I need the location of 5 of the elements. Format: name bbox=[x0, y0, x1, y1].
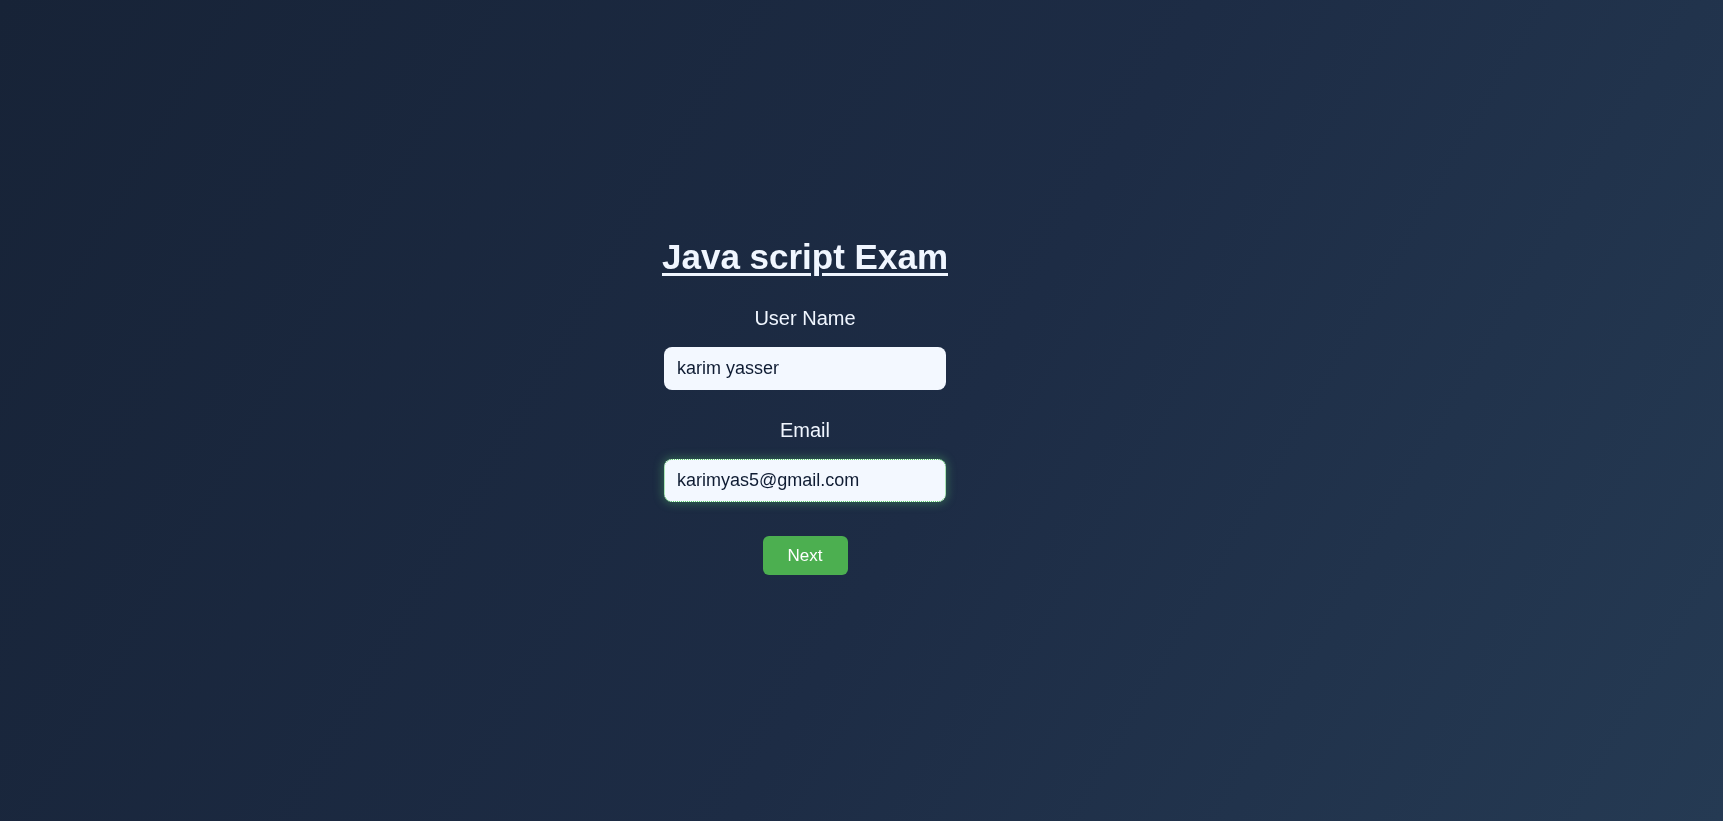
field-label: Email bbox=[780, 418, 830, 442]
field-label: User Name bbox=[754, 306, 856, 330]
input-field[interactable]: karim yasser bbox=[664, 347, 946, 390]
page-title: Java script Exam bbox=[662, 237, 948, 277]
input-field[interactable]: karimyas5@gmail.com bbox=[664, 459, 946, 502]
